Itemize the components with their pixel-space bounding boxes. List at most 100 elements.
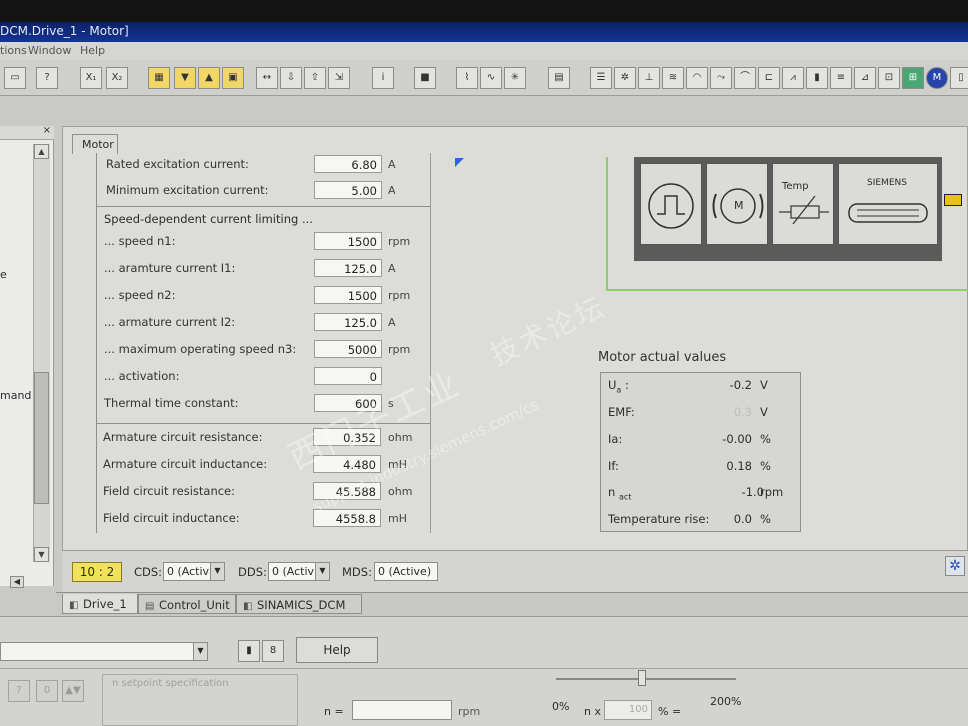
toolbar-button-t10[interactable]: ⊿ — [854, 67, 876, 89]
actual-value-label: If: — [608, 459, 619, 473]
speed-n1-field[interactable]: 1500 — [314, 232, 382, 250]
param-speed-n2: ... speed n2: 1500 rpm — [104, 286, 524, 304]
toolbar-button-load-3[interactable]: ⇲ — [328, 67, 350, 89]
motor-block[interactable]: M — [706, 163, 768, 245]
toolbar-button-connect[interactable]: ↔ — [256, 67, 278, 89]
menu-help[interactable]: Help — [80, 44, 105, 57]
measure-icon[interactable]: ✳ — [504, 67, 526, 89]
tab-motor[interactable]: Motor — [72, 134, 118, 154]
toolbar-button-1[interactable]: ▭ — [4, 67, 26, 89]
chevron-down-icon[interactable]: ▼ — [193, 643, 207, 660]
drive-unit-icon — [848, 203, 928, 223]
enable-icon[interactable]: 8 — [262, 640, 284, 662]
project-navigator-header: × — [0, 125, 54, 140]
scroll-up-icon[interactable]: ▲ — [34, 144, 49, 159]
speed-slider-track[interactable] — [556, 678, 736, 680]
chevron-down-icon[interactable]: ▼ — [210, 563, 224, 580]
actual-values-title: Motor actual values — [598, 350, 727, 365]
toolbar-button-network[interactable]: ▣ — [222, 67, 244, 89]
panel-divider — [0, 668, 968, 669]
activation-field[interactable]: 0 — [314, 367, 382, 385]
close-icon[interactable]: × — [43, 125, 51, 136]
actual-value-row: Temperature rise: 0.0 % — [608, 510, 798, 528]
dds-select[interactable]: 0 (Activ ▼ — [268, 562, 330, 581]
help-pointer-icon[interactable]: ? — [36, 67, 58, 89]
toolbar-button-t12[interactable]: ⊞ — [902, 67, 924, 89]
help-button[interactable]: Help — [296, 637, 378, 663]
upload-icon[interactable]: ▲ — [198, 67, 220, 89]
navigator-item-fragment[interactable]: e — [0, 268, 7, 281]
chevron-down-icon[interactable]: ▼ — [315, 563, 329, 580]
speed-setpoint-input[interactable] — [352, 700, 452, 720]
cds-value: 0 (Activ — [167, 565, 210, 578]
motor-label: M — [734, 199, 744, 212]
motor-icon[interactable]: M — [926, 67, 948, 89]
armature-current-i2-field[interactable]: 125.0 — [314, 313, 382, 331]
toolbar-button-t13[interactable]: ▯ — [950, 67, 968, 89]
rated-excitation-current-field[interactable]: 6.80 — [314, 155, 382, 173]
actual-value-sub: act — [618, 492, 632, 502]
max-operating-speed-n3-field[interactable]: 5000 — [314, 340, 382, 358]
percent-input[interactable]: 100 — [604, 700, 652, 720]
assume-control-icon[interactable]: ▮ — [238, 640, 260, 662]
info-icon[interactable]: i — [372, 67, 394, 89]
param-minimum-excitation-current: Minimum excitation current: 5.00 A — [106, 181, 526, 199]
toolbar-button-t3[interactable]: ◠ — [686, 67, 708, 89]
download-icon[interactable]: ▼ — [174, 67, 196, 89]
actual-value-label: n — [608, 485, 616, 499]
toolbar-button-panel[interactable]: ▤ — [548, 67, 570, 89]
toolbar-button-online[interactable]: ▦ — [148, 67, 170, 89]
param-label: Thermal time constant: — [104, 396, 239, 410]
menu-window[interactable]: Window — [28, 44, 71, 57]
scroll-left-icon[interactable]: ◀ — [10, 576, 24, 588]
pulse-block[interactable] — [640, 163, 702, 245]
toolbar-button-t5[interactable]: ⌒ — [734, 67, 756, 89]
toolbar-button-t11[interactable]: ⊡ — [878, 67, 900, 89]
scrollbar-thumb[interactable] — [34, 372, 49, 504]
toolbar-button-x1[interactable]: X₁ — [80, 67, 102, 89]
toolbar-button-load-2[interactable]: ⇧ — [304, 67, 326, 89]
toolbar-button-t4[interactable]: ⤳ — [710, 67, 732, 89]
window-title: DCM.Drive_1 - Motor] — [0, 24, 129, 38]
toolbar-button-t9[interactable]: ≡ — [830, 67, 852, 89]
tab-control-unit[interactable]: ▤ Control_Unit — [138, 594, 236, 614]
speed-slider-thumb[interactable] — [638, 670, 646, 686]
toolbar-button-t6[interactable]: ⊏ — [758, 67, 780, 89]
param-label: ... armature current I2: — [104, 315, 236, 329]
jog-icon[interactable]: ▲▼ — [62, 680, 84, 702]
control-select[interactable]: ▼ — [0, 642, 208, 661]
armature-current-i1-field[interactable]: 125.0 — [314, 259, 382, 277]
toolbar-button-t1[interactable]: ⊥ — [638, 67, 660, 89]
gear-icon[interactable]: ✲ — [614, 67, 636, 89]
toolbar-button-list[interactable]: ☰ — [590, 67, 612, 89]
speed-n2-field[interactable]: 1500 — [314, 286, 382, 304]
control-unit-icon: ▤ — [145, 601, 155, 612]
setpoint-specification-hint: n setpoint specification — [112, 678, 229, 689]
scroll-down-icon[interactable]: ▼ — [34, 547, 49, 562]
minimum-excitation-current-field[interactable]: 5.00 — [314, 181, 382, 199]
trace-icon[interactable]: ⌇ — [456, 67, 478, 89]
tab-drive-1[interactable]: ◧ Drive_1 — [62, 594, 138, 614]
tab-sinamics-dcm[interactable]: ◧ SINAMICS_DCM — [236, 594, 362, 614]
toolbar-button-color[interactable]: ■ — [414, 67, 436, 89]
param-label: Field circuit resistance: — [103, 484, 236, 498]
toolbar-button-x2[interactable]: X₂ — [106, 67, 128, 89]
param-rated-excitation-current: Rated excitation current: 6.80 A — [106, 155, 526, 173]
stop-icon[interactable]: 0 — [36, 680, 58, 702]
toolbar-button-load-1[interactable]: ⇩ — [280, 67, 302, 89]
toolbar-button-t7[interactable]: ⩘ — [782, 67, 804, 89]
temperature-block[interactable]: Temp — [772, 163, 834, 245]
function-generator-icon[interactable]: ∿ — [480, 67, 502, 89]
actual-value-sub: a — [616, 385, 622, 395]
actual-value-unit: % — [760, 432, 771, 446]
navigator-item-fragment[interactable]: mand — [0, 389, 31, 402]
question-icon[interactable]: ? — [8, 680, 30, 702]
siemens-drive-block[interactable]: SIEMENS — [838, 163, 938, 245]
cds-select[interactable]: 0 (Activ ▼ — [163, 562, 225, 581]
actual-value-unit: V — [760, 405, 768, 419]
menu-options[interactable]: tions — [0, 44, 27, 57]
toolbar-button-t8[interactable]: ▮ — [806, 67, 828, 89]
settings-gear-icon[interactable]: ✲ — [945, 556, 965, 576]
toolbar-button-t2[interactable]: ≋ — [662, 67, 684, 89]
percent-equals-label: % = — [658, 705, 682, 718]
